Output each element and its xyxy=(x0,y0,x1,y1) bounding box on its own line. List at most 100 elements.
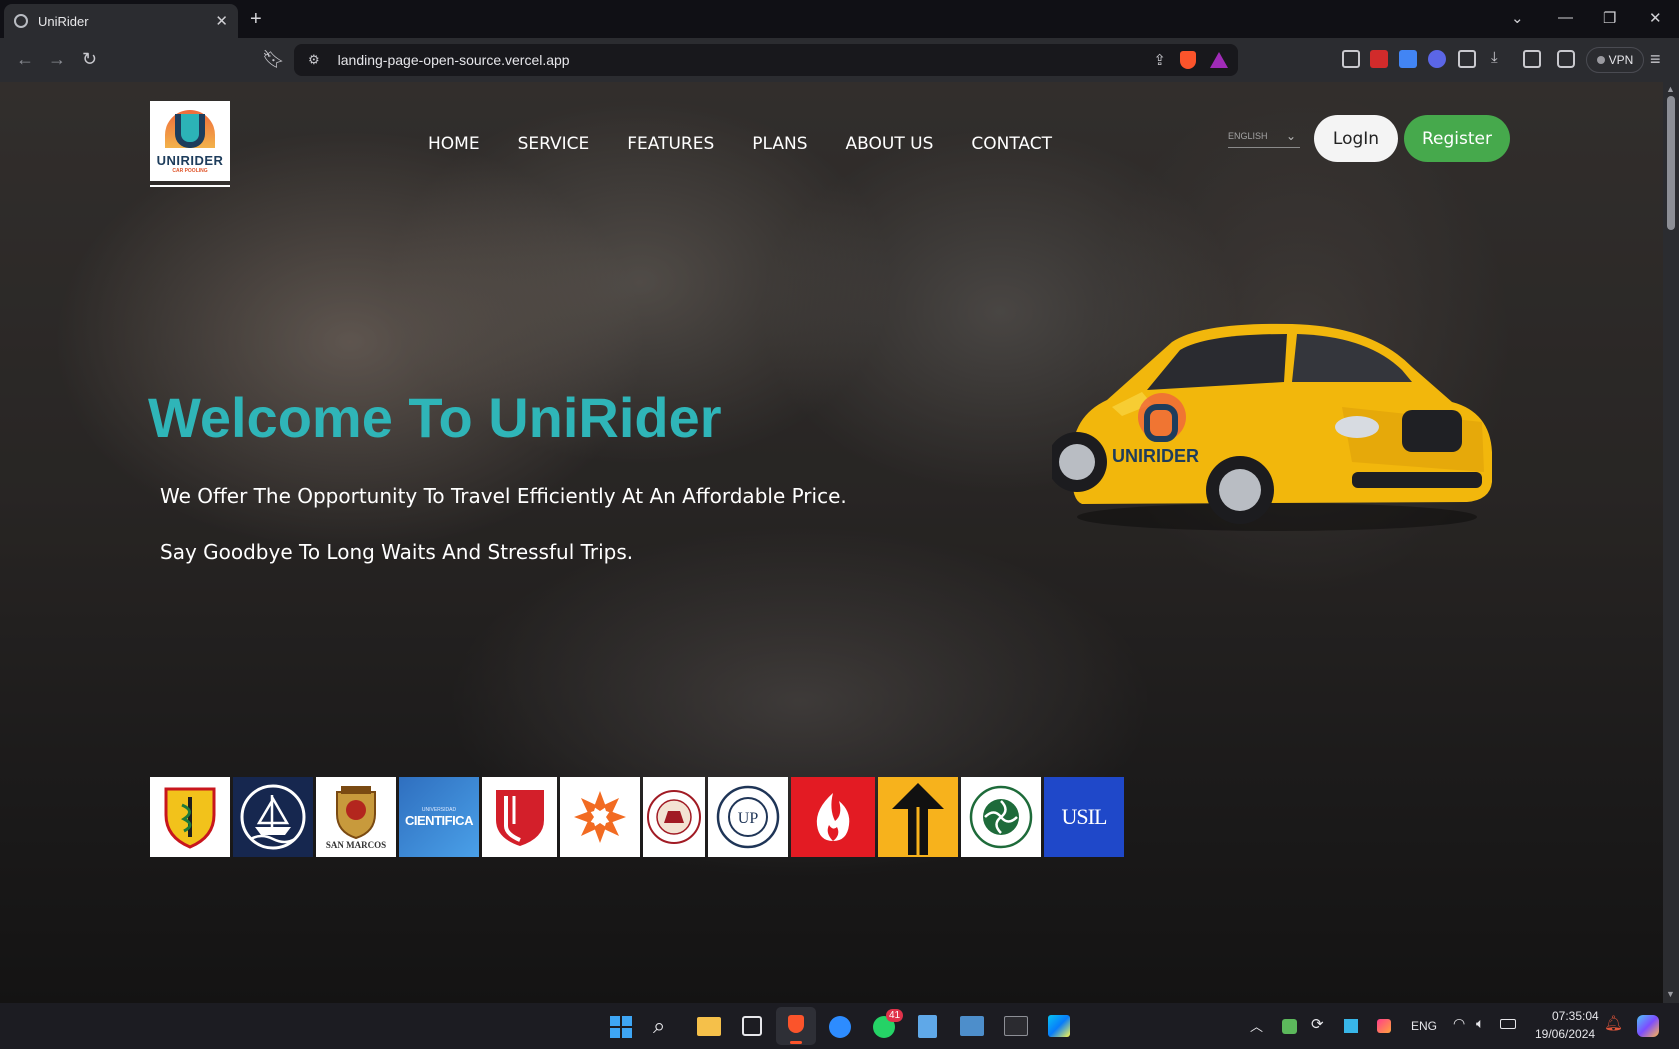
flame-icon xyxy=(816,793,850,841)
wifi-icon[interactable]: ◠ xyxy=(1453,1015,1465,1032)
logo-text: UNIRIDER xyxy=(156,153,224,168)
reader-icon[interactable] xyxy=(1342,50,1360,68)
scroll-down-icon[interactable]: ▼ xyxy=(1666,989,1675,999)
circular-seal-icon xyxy=(647,790,701,844)
landing-page: UNIRIDER CAR POOLING HOME SERVICE FEATUR… xyxy=(0,82,1663,1003)
login-button[interactable]: LogIn xyxy=(1314,115,1398,162)
up-arrow-icon xyxy=(892,783,944,855)
address-bar[interactable]: ⚙ landing-page-open-source.vercel.app ⇪ xyxy=(294,44,1238,76)
globe-icon xyxy=(14,14,28,28)
close-window-icon[interactable]: ✕ xyxy=(1649,9,1662,27)
nav-service[interactable]: SERVICE xyxy=(518,134,590,154)
security-tray-icon[interactable] xyxy=(1282,1019,1297,1034)
car-logo-text: UNIRIDER xyxy=(1112,446,1199,466)
menu-icon[interactable]: ≡ xyxy=(1650,49,1661,70)
reload-icon[interactable]: ↻ xyxy=(82,49,97,70)
new-tab-icon[interactable]: + xyxy=(250,8,262,31)
app-tray-icon[interactable] xyxy=(1377,1019,1391,1033)
tray-overflow-icon[interactable]: ︿ xyxy=(1250,1016,1263,1035)
ricardo-palma-seal-icon xyxy=(969,785,1033,849)
logo-mark-icon xyxy=(163,108,217,150)
terminal-icon[interactable] xyxy=(1004,1016,1028,1036)
hero-title: Welcome To UniRider xyxy=(148,386,722,449)
file-explorer-icon[interactable] xyxy=(697,1017,721,1036)
uni-logo-7 xyxy=(643,777,705,857)
uni-logo-2 xyxy=(233,777,313,857)
site-logo[interactable]: UNIRIDER CAR POOLING xyxy=(150,101,230,181)
university-logos: SAN MARCOS UNIVERSIDAD CIENTIFICA UP USI… xyxy=(150,777,1124,857)
san-marcos-text: SAN MARCOS xyxy=(325,840,387,850)
search-icon[interactable]: ⌕ xyxy=(653,1013,665,1039)
uni-logo-6 xyxy=(560,777,640,857)
logo-underline xyxy=(150,185,230,187)
language-select[interactable]: ENGLISH ⌄ xyxy=(1228,124,1300,148)
taskbar: ⌕ 41 ︿ ⟳ ENG ◠ 🔈︎ 07:35:04 19/06/2024 🔔︎ xyxy=(0,1003,1679,1049)
uni-logo-8: UP xyxy=(708,777,788,857)
nav-home[interactable]: HOME xyxy=(428,134,480,154)
site-settings-icon[interactable]: ⚙ xyxy=(308,52,320,68)
hero-tagline-1: We Offer The Opportunity To Travel Effic… xyxy=(160,484,847,508)
orange-star-icon xyxy=(574,791,626,843)
taskbar-brave-icon[interactable] xyxy=(776,1007,816,1045)
language-indicator[interactable]: ENG xyxy=(1411,1019,1437,1033)
scroll-up-icon[interactable]: ▲ xyxy=(1666,84,1675,94)
whatsapp-badge: 41 xyxy=(886,1009,904,1022)
url-text[interactable]: landing-page-open-source.vercel.app xyxy=(338,52,1154,68)
sync-tray-icon[interactable]: ⟳ xyxy=(1311,1015,1324,1033)
pdf-extension-icon[interactable] xyxy=(1370,50,1388,68)
uni-logo-11 xyxy=(961,777,1041,857)
vpn-button[interactable]: VPN xyxy=(1586,47,1644,73)
download-icon[interactable]: ⤓ xyxy=(1491,49,1498,66)
nav-features[interactable]: FEATURES xyxy=(627,134,714,154)
control-panel-icon[interactable] xyxy=(960,1016,984,1036)
usil-text: USIL xyxy=(1061,804,1108,829)
main-nav: HOME SERVICE FEATURES PLANS ABOUT US CON… xyxy=(428,134,1052,154)
translate-extension-icon[interactable] xyxy=(1399,50,1417,68)
store-icon[interactable] xyxy=(742,1016,762,1036)
nav-plans[interactable]: PLANS xyxy=(752,134,807,154)
close-tab-icon[interactable]: ✕ xyxy=(215,12,228,30)
browser-tab[interactable]: UniRider ✕ xyxy=(4,4,238,38)
bookmark-icon[interactable]: 🔖︎ xyxy=(262,49,285,70)
uni-logo-9 xyxy=(791,777,875,857)
uni-logo-3: SAN MARCOS xyxy=(316,777,396,857)
windows-start-icon[interactable] xyxy=(610,1016,632,1038)
browser-toolbar: ← → ↻ 🔖︎ ⚙ landing-page-open-source.verc… xyxy=(0,38,1679,82)
scrollbar-thumb[interactable] xyxy=(1667,96,1675,230)
notification-bell-icon[interactable]: 🔔︎ xyxy=(1604,1014,1623,1032)
uni-logo-4: UNIVERSIDAD CIENTIFICA xyxy=(399,777,479,857)
discord-extension-icon[interactable] xyxy=(1428,50,1446,68)
nav-about-us[interactable]: ABOUT US xyxy=(846,134,934,154)
copilot-icon[interactable] xyxy=(1637,1015,1659,1037)
forward-icon[interactable]: → xyxy=(48,49,66,70)
minimize-icon[interactable]: — xyxy=(1558,9,1573,26)
tab-list-icon[interactable]: ⌄ xyxy=(1511,9,1524,27)
chevron-down-icon: ⌄ xyxy=(1285,128,1296,143)
page-scrollbar[interactable]: ▲ ▼ xyxy=(1663,82,1679,1003)
vpn-label: VPN xyxy=(1608,53,1634,67)
network-app-tray-icon[interactable] xyxy=(1344,1019,1358,1033)
extensions-icon[interactable] xyxy=(1458,50,1476,68)
share-icon[interactable]: ⇪ xyxy=(1153,51,1166,69)
vpn-status-icon xyxy=(1596,56,1605,64)
battery-icon[interactable] xyxy=(1500,1019,1516,1029)
zoom-icon[interactable] xyxy=(829,1016,851,1038)
clock-date[interactable]: 19/06/2024 xyxy=(1535,1027,1595,1041)
hero-tagline-2: Say Goodbye To Long Waits And Stressful … xyxy=(160,540,634,564)
register-button[interactable]: Register xyxy=(1404,115,1510,162)
wallet-icon[interactable] xyxy=(1557,50,1575,68)
tab-title: UniRider xyxy=(38,13,89,29)
brave-shields-icon[interactable] xyxy=(1180,51,1196,69)
brave-rewards-icon[interactable] xyxy=(1210,52,1228,68)
restore-icon[interactable]: ❐ xyxy=(1603,9,1616,27)
back-icon[interactable]: ← xyxy=(16,49,34,70)
webstorm-icon[interactable] xyxy=(1048,1015,1070,1037)
notepad-icon[interactable] xyxy=(918,1015,937,1038)
nav-contact[interactable]: CONTACT xyxy=(971,134,1052,154)
sidebar-icon[interactable] xyxy=(1523,50,1541,68)
clock-time[interactable]: 07:35:04 xyxy=(1552,1009,1599,1023)
uni-logo-1 xyxy=(150,777,230,857)
volume-icon[interactable]: 🔈︎ xyxy=(1476,1015,1484,1032)
cientifica-text: CIENTIFICA xyxy=(405,812,473,828)
red-shield-icon xyxy=(495,790,544,846)
